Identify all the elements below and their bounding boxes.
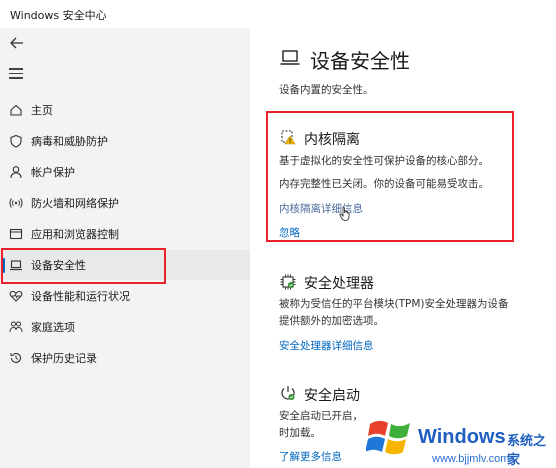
wifi-icon [8,195,24,211]
app-window-icon [8,226,24,242]
sidebar-item-label: 保护历史记录 [31,352,97,365]
shield-icon [8,133,24,149]
title-bar: Windows 安全中心 [0,0,556,28]
back-arrow-icon [10,37,23,49]
sidebar-item-label: 设备性能和运行状况 [31,290,130,303]
window-title: Windows 安全中心 [10,9,107,22]
sidebar-item-family-options[interactable]: 家庭选项 [0,312,250,342]
home-icon [8,102,24,118]
sidebar-item-label: 帐户保护 [31,166,75,179]
menu-icon-line [9,72,23,74]
main-content: 设备安全性 设备内置的安全性。 内核隔离 基于虚拟化的安全性可保护设备的核心部分… [250,28,556,468]
sidebar-item-protection-history[interactable]: 保护历史记录 [0,343,250,373]
person-icon [8,164,24,180]
sidebar-item-app-browser[interactable]: 应用和浏览器控制 [0,219,250,249]
security-processor-description-1: 被称为受信任的平台模块(TPM)安全处理器为设备 [279,298,509,310]
back-button[interactable] [7,33,27,53]
watermark: Windows 系统之家 www.bjjmlv.com [362,408,556,468]
security-processor-title: 安全处理器 [304,276,374,292]
chip-icon [279,273,297,291]
sidebar-item-label: 主页 [31,104,53,117]
menu-icon-line [9,77,23,79]
family-icon [8,319,24,335]
sidebar-item-label: 防火墙和网络保护 [31,197,119,210]
laptop-icon [279,46,301,72]
sidebar-item-firewall[interactable]: 防火墙和网络保护 [0,188,250,218]
learn-more-link[interactable]: 了解更多信息 [279,449,342,464]
highlight-box-sidebar [1,248,166,284]
watermark-brand: Windows [418,426,506,448]
menu-button[interactable] [9,68,23,80]
secure-boot-description-2: 时加载。 [279,427,321,439]
sidebar-item-label: 应用和浏览器控制 [31,228,119,241]
page-title: 设备安全性 [310,49,410,73]
sidebar-item-account-protection[interactable]: 帐户保护 [0,157,250,187]
secure-boot-title: 安全启动 [304,388,360,404]
menu-icon-line [9,68,23,70]
history-icon [8,350,24,366]
sidebar-item-device-performance[interactable]: 设备性能和运行状况 [0,281,250,311]
windows-logo [366,420,410,455]
page-subtitle: 设备内置的安全性。 [279,84,374,96]
sidebar-item-home[interactable]: 主页 [0,95,250,125]
sidebar-item-label: 病毒和威胁防护 [31,135,108,148]
secure-boot-description-1: 安全启动已开启， [279,410,363,422]
sidebar-item-label: 家庭选项 [31,321,75,334]
sidebar-item-virus-protection[interactable]: 病毒和威胁防护 [0,126,250,156]
watermark-cn: 系统之家 [507,434,547,468]
heart-icon [8,288,24,304]
highlight-box-core-isolation [266,111,514,242]
security-processor-description-2: 提供额外的加密选项。 [279,315,384,327]
security-processor-details-link[interactable]: 安全处理器详细信息 [279,338,374,353]
power-icon [279,384,297,402]
watermark-url: www.bjjmlv.com [432,453,510,465]
